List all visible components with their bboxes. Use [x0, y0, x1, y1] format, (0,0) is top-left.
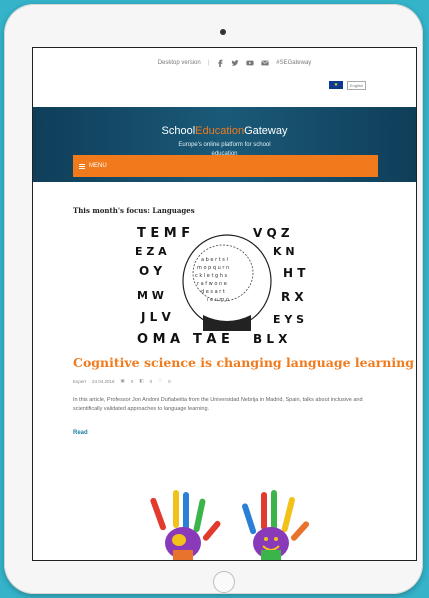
language-selector-label: English: [349, 82, 364, 88]
svg-text:T E M F: T E M F: [137, 226, 190, 241]
tablet-frame: Desktop version | #SEGateway ★ English S…: [4, 4, 423, 594]
svg-text:E Y S: E Y S: [273, 313, 304, 326]
svg-text:M W: M W: [137, 289, 164, 302]
svg-text:a b e r t s l: a b e r t s l: [201, 257, 228, 263]
svg-text:c k l e t g h s: c k l e t g h s: [195, 273, 228, 279]
comments-icon: ◧: [139, 378, 144, 383]
letters-head-illustration: T E M F V Q Z E Z A K N O Y H T M W R X …: [133, 223, 319, 347]
desktop-version-link[interactable]: Desktop version: [158, 60, 201, 66]
menu-label: MENU: [89, 163, 107, 169]
likes-count: 0: [168, 378, 171, 384]
language-row: ★ English: [33, 78, 416, 92]
svg-text:H T: H T: [283, 266, 306, 280]
svg-text:E Z A: E Z A: [135, 245, 167, 258]
article-summary: In this article, Professor Jon Andoni Du…: [73, 397, 363, 412]
svg-text:O Y: O Y: [139, 264, 162, 278]
likes-icon: ♡: [158, 378, 163, 383]
comments-count: 0: [149, 378, 153, 384]
top-utility-bar: Desktop version | #SEGateway: [33, 48, 416, 78]
views-icon: ▣: [120, 378, 125, 383]
site-title-part1: School: [161, 125, 196, 137]
article-hero-image[interactable]: T E M F V Q Z E Z A K N O Y H T M W R X …: [133, 223, 319, 347]
painted-hands-illustration: [150, 490, 310, 560]
separator: |: [207, 60, 210, 66]
article-meta: Expert 24.04.2018 ▣ 0 ◧ 0 ♡ 0: [73, 378, 171, 384]
svg-text:d e s a r t: d e s a r t: [201, 289, 225, 295]
views-count: 0: [130, 378, 134, 384]
painted-hands-image: [133, 488, 323, 560]
language-selector[interactable]: English: [347, 80, 366, 90]
svg-text:O M A: O M A: [137, 332, 180, 347]
svg-text:T A E: T A E: [193, 332, 230, 347]
svg-text:K N: K N: [273, 245, 295, 258]
svg-text:R X: R X: [281, 290, 304, 304]
svg-text:B L X: B L X: [253, 332, 288, 346]
facebook-icon[interactable]: [216, 59, 224, 67]
article-date: 24.04.2018: [92, 378, 115, 384]
svg-text:r a f w o n e: r a f w o n e: [197, 281, 227, 287]
article-title-link[interactable]: Cognitive science is changing language l…: [73, 355, 414, 370]
site-title[interactable]: SchoolEducationGateway: [33, 107, 416, 137]
svg-text:V Q Z: V Q Z: [253, 226, 290, 240]
site-title-part2: Education: [195, 125, 245, 137]
camera-dot: [220, 29, 226, 35]
article-type: Expert: [73, 378, 87, 384]
hamburger-icon: [79, 163, 85, 169]
mail-icon[interactable]: [261, 59, 269, 67]
menu-button[interactable]: MENU: [73, 155, 378, 177]
svg-text:m o p q u r n: m o p q u r n: [197, 265, 229, 271]
site-title-part3: Gateway: [244, 125, 288, 137]
tablet-screen: Desktop version | #SEGateway ★ English S…: [32, 47, 417, 561]
youtube-icon[interactable]: [246, 59, 254, 67]
eu-flag-star: ★: [333, 81, 339, 88]
site-subtitle-line1: Europe's online platform for school: [178, 142, 271, 148]
svg-text:i e u m o: i e u m o: [207, 297, 229, 303]
eu-flag-icon: ★: [329, 81, 343, 89]
home-button[interactable]: [213, 571, 235, 593]
hashtag-label[interactable]: #SEGateway: [276, 60, 311, 66]
read-more-link[interactable]: Read: [73, 430, 88, 436]
twitter-icon[interactable]: [231, 59, 239, 67]
focus-heading: This month's focus: Languages: [73, 206, 195, 215]
svg-text:J L V: J L V: [140, 310, 171, 324]
